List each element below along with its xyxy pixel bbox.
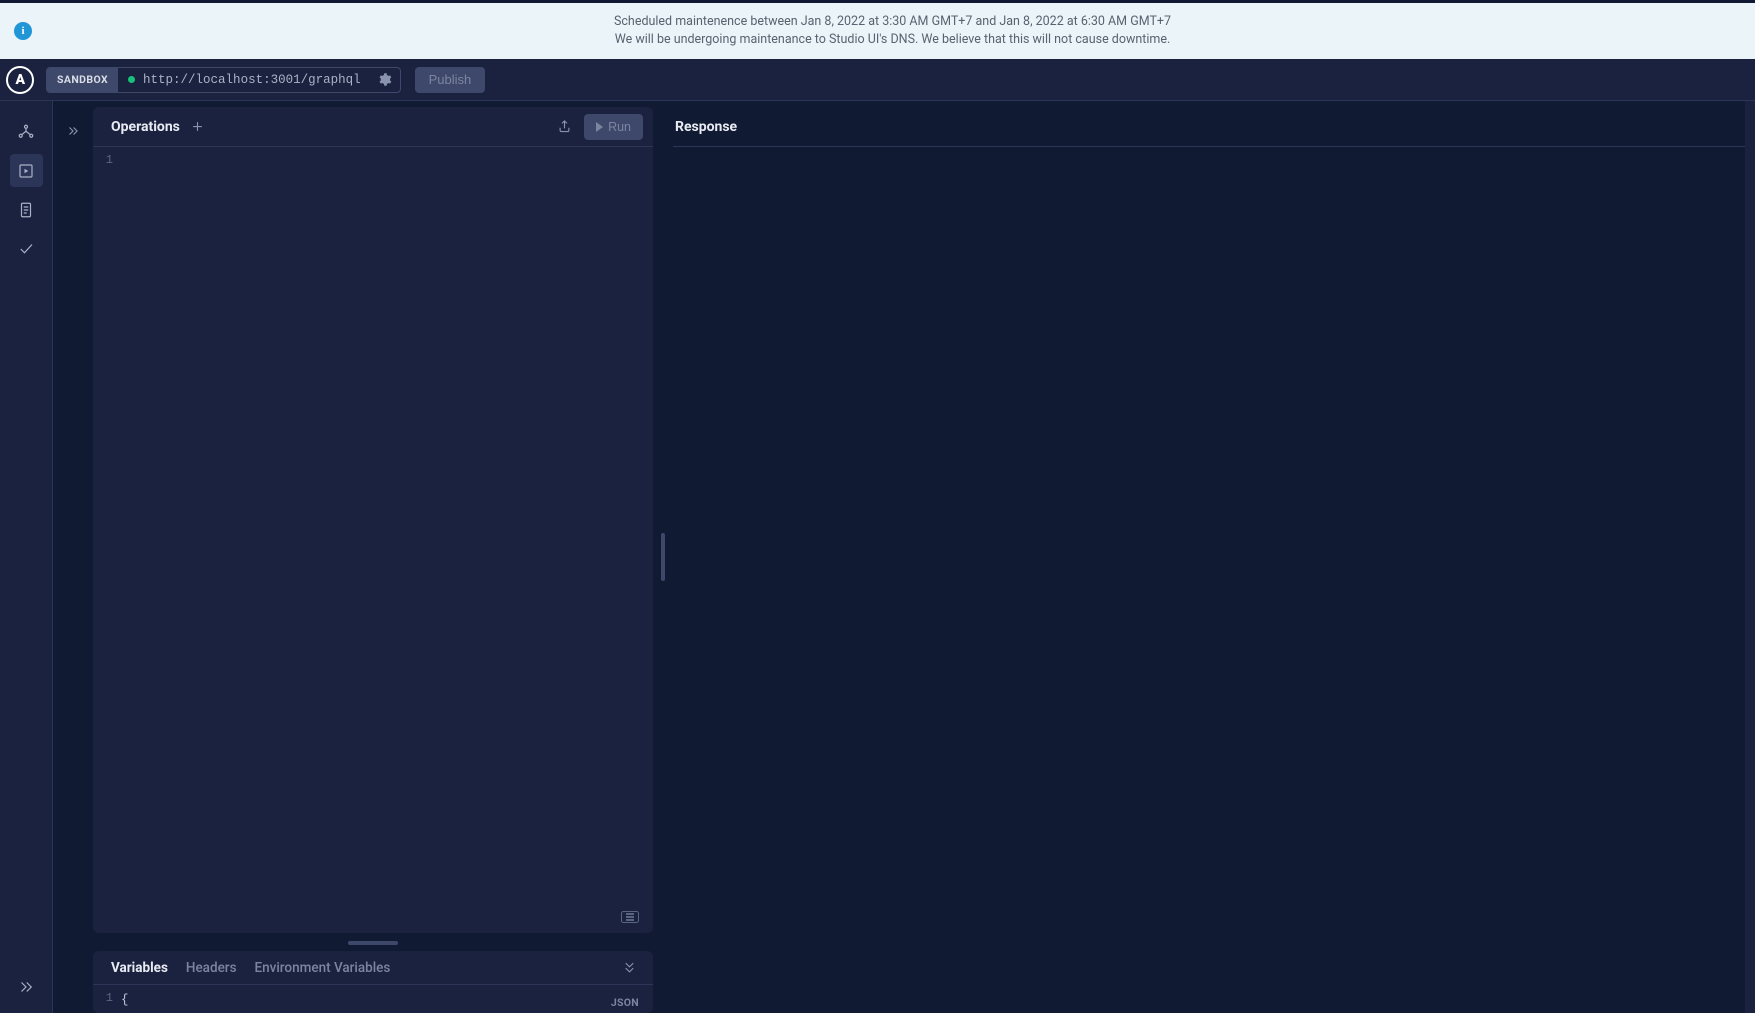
horizontal-resize-handle[interactable] <box>653 101 673 1013</box>
workspace: Operations Run 1 <box>53 101 1755 1013</box>
operations-editor[interactable]: 1 <box>93 147 653 933</box>
status-dot-icon <box>128 76 135 83</box>
plus-icon <box>190 119 205 134</box>
line-number: 1 <box>93 991 113 1005</box>
format-label[interactable]: JSON <box>611 996 639 1009</box>
right-strip <box>1745 101 1755 1013</box>
sidebar-item-checks[interactable] <box>10 232 43 265</box>
line-number: 1 <box>93 153 113 167</box>
sidebar-item-docs[interactable] <box>10 193 43 226</box>
tab-env-variables[interactable]: Environment Variables <box>255 960 391 976</box>
share-icon <box>557 119 572 134</box>
response-body <box>673 147 1745 1013</box>
endpoint-url[interactable]: http://localhost:3001/graphql <box>143 73 369 87</box>
banner-line-2: We will be undergoing maintenance to Stu… <box>44 31 1741 49</box>
code-area[interactable]: { <box>121 985 653 1013</box>
tab-headers[interactable]: Headers <box>186 960 237 976</box>
docs-icon <box>17 201 35 219</box>
response-column: Response <box>673 101 1745 1013</box>
variables-header: Variables Headers Environment Variables <box>93 951 653 985</box>
maintenance-banner: i Scheduled maintenence between Jan 8, 2… <box>0 3 1755 59</box>
editor-column: Operations Run 1 <box>93 101 653 1013</box>
play-icon <box>596 122 603 132</box>
chevron-double-right-icon <box>66 124 80 138</box>
operations-panel: Operations Run 1 <box>93 107 653 933</box>
add-tab-button[interactable] <box>184 113 212 141</box>
tab-variables[interactable]: Variables <box>111 960 168 976</box>
sidebar-expand-button[interactable] <box>10 970 43 1003</box>
response-title: Response <box>673 107 1745 147</box>
sidebar-item-schema[interactable] <box>10 115 43 148</box>
check-icon <box>17 240 35 258</box>
app-header: A SANDBOX http://localhost:3001/graphql … <box>0 59 1755 101</box>
grip-icon <box>661 533 665 581</box>
chevron-double-right-icon <box>17 978 35 996</box>
schema-icon <box>17 123 35 141</box>
line-gutter: 1 <box>93 985 121 1013</box>
run-button[interactable]: Run <box>584 114 643 140</box>
publish-button[interactable]: Publish <box>415 67 486 93</box>
line-gutter: 1 <box>93 147 121 933</box>
explorer-icon <box>17 162 35 180</box>
banner-line-1: Scheduled maintenence between Jan 8, 202… <box>44 13 1741 31</box>
chevron-double-down-icon <box>622 960 637 975</box>
share-button[interactable] <box>550 113 578 141</box>
collapse-variables-button[interactable] <box>615 954 643 982</box>
sidebar-item-explorer[interactable] <box>10 154 43 187</box>
expand-docs-button[interactable] <box>61 119 85 143</box>
code-area[interactable] <box>121 147 653 933</box>
brand-logo[interactable]: A <box>6 66 34 94</box>
env-badge: SANDBOX <box>47 68 118 92</box>
info-icon: i <box>14 22 32 40</box>
variables-editor[interactable]: 1 { <box>93 985 653 1013</box>
variables-panel: Variables Headers Environment Variables … <box>93 951 653 1013</box>
sidebar <box>0 101 53 1013</box>
docs-panel-collapsed <box>53 101 93 1013</box>
gear-icon <box>377 72 392 87</box>
variables-content: { <box>121 991 129 1010</box>
operations-title: Operations <box>111 119 180 135</box>
settings-button[interactable] <box>369 68 400 92</box>
banner-text: Scheduled maintenence between Jan 8, 202… <box>44 13 1741 49</box>
vertical-resize-handle[interactable] <box>348 941 398 945</box>
operations-header: Operations Run <box>93 107 653 147</box>
endpoint-pill: SANDBOX http://localhost:3001/graphql <box>46 67 401 93</box>
keyboard-shortcuts-button[interactable] <box>621 911 639 923</box>
run-label: Run <box>608 120 631 134</box>
